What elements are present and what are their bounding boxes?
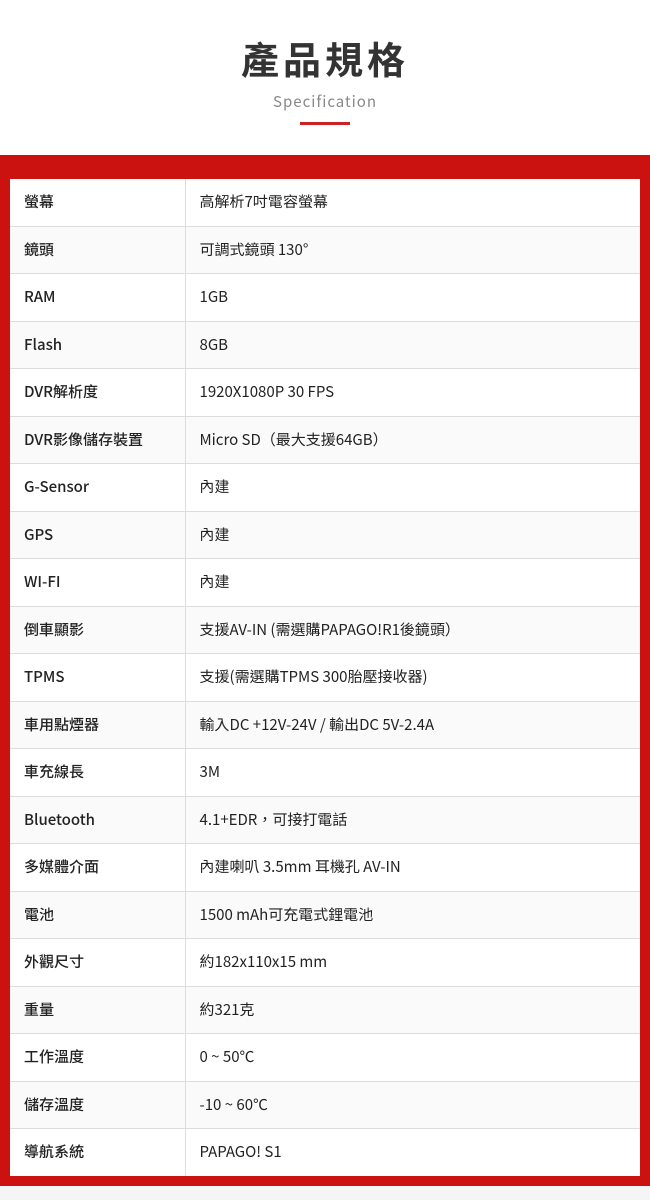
spec-value: 1500 mAh可充電式鋰電池 [185,891,640,939]
spec-label: 倒車顯影 [10,606,185,654]
table-row: 重量約321克 [10,986,640,1034]
table-row: 儲存溫度-10 ~ 60℃ [10,1081,640,1129]
spec-label: GPS [10,511,185,559]
table-row: 導航系統PAPAGO! S1 [10,1129,640,1176]
spec-value: 約182x110x15 mm [185,939,640,987]
spec-value: PAPAGO! S1 [185,1129,640,1176]
spec-value: 可調式鏡頭 130° [185,226,640,274]
spec-label: Bluetooth [10,796,185,844]
spec-label: 工作溫度 [10,1034,185,1082]
table-row: 車充線長3M [10,749,640,797]
table-row: TPMS支援(需選購TPMS 300胎壓接收器) [10,654,640,702]
sub-title: Specification [20,91,630,112]
red-bar [0,155,650,173]
spec-value: 0 ~ 50℃ [185,1034,640,1082]
spec-value: 4.1+EDR，可接打電話 [185,796,640,844]
header-section: 產品規格 Specification [0,0,650,145]
table-row: WI-FI內建 [10,559,640,607]
table-row: RAM1GB [10,274,640,322]
table-row: 多媒體介面內建喇叭 3.5mm 耳機孔 AV-IN [10,844,640,892]
main-title: 產品規格 [20,30,630,85]
spec-value: 支援(需選購TPMS 300胎壓接收器) [185,654,640,702]
table-row: DVR解析度1920X1080P 30 FPS [10,369,640,417]
table-row: 電池1500 mAh可充電式鋰電池 [10,891,640,939]
spec-label: RAM [10,274,185,322]
spec-value: 約321克 [185,986,640,1034]
spec-label: 電池 [10,891,185,939]
spec-label: DVR解析度 [10,369,185,417]
title-underline [300,122,350,125]
spec-label: Flash [10,321,185,369]
spec-label: 螢幕 [10,179,185,226]
spec-value: 1920X1080P 30 FPS [185,369,640,417]
spec-label: 外觀尺寸 [10,939,185,987]
spec-value: 內建 [185,464,640,512]
spec-value: -10 ~ 60℃ [185,1081,640,1129]
spec-label: TPMS [10,654,185,702]
table-row: G-Sensor內建 [10,464,640,512]
spec-value: 內建 [185,511,640,559]
spec-label: 多媒體介面 [10,844,185,892]
spec-label: 車用點煙器 [10,701,185,749]
spec-table-wrapper: 螢幕高解析7吋電容螢幕鏡頭可調式鏡頭 130°RAM1GBFlash8GBDVR… [0,173,650,1186]
table-row: 工作溫度0 ~ 50℃ [10,1034,640,1082]
spec-table: 螢幕高解析7吋電容螢幕鏡頭可調式鏡頭 130°RAM1GBFlash8GBDVR… [10,179,640,1176]
spec-label: 儲存溫度 [10,1081,185,1129]
table-row: 螢幕高解析7吋電容螢幕 [10,179,640,226]
table-row: 車用點煙器輸入DC +12V-24V / 輸出DC 5V-2.4A [10,701,640,749]
page-wrapper: 產品規格 Specification 螢幕高解析7吋電容螢幕鏡頭可調式鏡頭 13… [0,0,650,1186]
table-row: 鏡頭可調式鏡頭 130° [10,226,640,274]
spec-label: G-Sensor [10,464,185,512]
spec-value: 內建 [185,559,640,607]
spec-label: DVR影像儲存裝置 [10,416,185,464]
table-row: DVR影像儲存裝置Micro SD（最大支援64GB） [10,416,640,464]
table-row: Flash8GB [10,321,640,369]
spec-label: 導航系統 [10,1129,185,1176]
spec-label: WI-FI [10,559,185,607]
table-row: 外觀尺寸約182x110x15 mm [10,939,640,987]
table-row: Bluetooth4.1+EDR，可接打電話 [10,796,640,844]
spec-value: 輸入DC +12V-24V / 輸出DC 5V-2.4A [185,701,640,749]
spec-value: 8GB [185,321,640,369]
table-row: 倒車顯影支援AV-IN (需選購PAPAGO!R1後鏡頭） [10,606,640,654]
spec-value: 內建喇叭 3.5mm 耳機孔 AV-IN [185,844,640,892]
table-row: GPS內建 [10,511,640,559]
spec-value: 高解析7吋電容螢幕 [185,179,640,226]
spec-label: 重量 [10,986,185,1034]
spec-value: 支援AV-IN (需選購PAPAGO!R1後鏡頭） [185,606,640,654]
spec-value: 1GB [185,274,640,322]
spec-value: 3M [185,749,640,797]
spec-label: 車充線長 [10,749,185,797]
spec-label: 鏡頭 [10,226,185,274]
spec-value: Micro SD（最大支援64GB） [185,416,640,464]
